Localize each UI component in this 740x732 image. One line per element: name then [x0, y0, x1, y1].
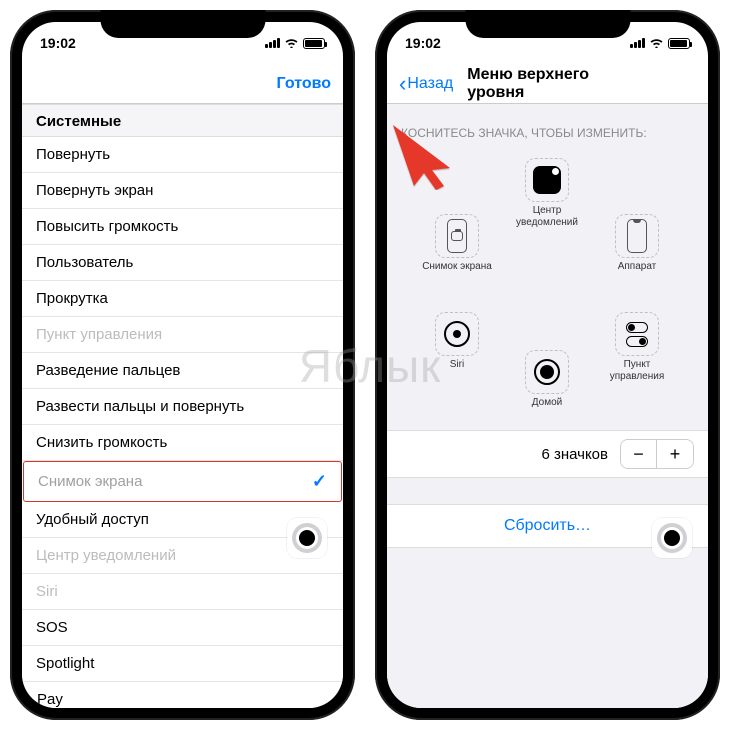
assistive-touch-button[interactable]	[652, 518, 692, 558]
icon-label: Аппарат	[599, 261, 675, 273]
icon-label: Siri	[419, 359, 495, 371]
row-volume-up[interactable]: Повысить громкость	[22, 209, 343, 245]
done-button[interactable]: Готово	[277, 75, 331, 93]
icon-home[interactable]: Домой	[509, 350, 585, 409]
row-label: SOS	[36, 619, 68, 636]
control-center-icon	[626, 322, 648, 347]
row-screenshot[interactable]: Снимок экрана ✓	[23, 461, 342, 502]
row-volume-down[interactable]: Снизить громкость	[22, 425, 343, 461]
phone-left: 19:02 Готово Системные Повернуть Поверну…	[10, 10, 355, 720]
back-button[interactable]: ‹ Назад	[399, 73, 453, 95]
siri-icon	[444, 321, 470, 347]
row-rotate-screen[interactable]: Повернуть экран	[22, 173, 343, 209]
home-icon	[534, 359, 560, 385]
row-label: Pay	[36, 691, 63, 708]
row-label: Пользователь	[36, 254, 133, 271]
row-label: Прокрутка	[36, 290, 108, 307]
row-pinch-rotate[interactable]: Развести пальцы и повернуть	[22, 389, 343, 425]
row-siri: Siri	[22, 574, 343, 610]
row-pinch[interactable]: Разведение пальцев	[22, 353, 343, 389]
icon-siri[interactable]: Siri	[419, 312, 495, 371]
section-system: Системные	[22, 104, 343, 137]
icon-device[interactable]: Аппарат	[599, 214, 675, 273]
checkmark-icon: ✓	[312, 471, 327, 492]
row-label: Центр уведомлений	[36, 547, 176, 564]
signal-icon	[630, 38, 645, 48]
reset-label: Сбросить…	[504, 517, 591, 534]
wifi-icon	[649, 36, 664, 51]
icon-label: Центр уведомлений	[509, 205, 585, 228]
assistive-touch-button[interactable]	[287, 518, 327, 558]
screenshot-icon	[447, 219, 467, 253]
icon-count-row: 6 значков − +	[387, 430, 708, 478]
stepper-minus-button[interactable]: −	[621, 440, 657, 468]
top-menu-content: КОСНИТЕСЬ ЗНАЧКА, ЧТОБЫ ИЗМЕНИТЬ: Центр …	[387, 104, 708, 708]
navbar-left: Готово	[22, 64, 343, 104]
notification-center-icon	[533, 166, 561, 194]
battery-icon	[668, 38, 690, 49]
notch	[100, 10, 265, 38]
row-label: Развести пальцы и повернуть	[36, 398, 244, 415]
status-time: 19:02	[40, 35, 76, 51]
status-right	[630, 36, 690, 51]
row-label: Повернуть	[36, 146, 110, 163]
row-control-center: Пункт управления	[22, 317, 343, 353]
navbar-right: ‹ Назад Меню верхнего уровня	[387, 64, 708, 104]
icon-label: Пункт управления	[599, 359, 675, 382]
row-label: Повысить громкость	[36, 218, 178, 235]
signal-icon	[265, 38, 280, 48]
row-scroll[interactable]: Прокрутка	[22, 281, 343, 317]
phone-right: 19:02 ‹ Назад Меню верхнего уровня КОСНИ…	[375, 10, 720, 720]
row-label: Spotlight	[36, 655, 94, 672]
back-label: Назад	[407, 75, 453, 93]
icon-screenshot[interactable]: Снимок экрана	[419, 214, 495, 273]
row-user[interactable]: Пользователь	[22, 245, 343, 281]
settings-list[interactable]: Системные Повернуть Повернуть экран Повы…	[22, 104, 343, 708]
icon-label: Домой	[509, 397, 585, 409]
icon-notification-center[interactable]: Центр уведомлений	[509, 158, 585, 228]
page-title: Меню верхнего уровня	[467, 66, 628, 102]
prompt-label: КОСНИТЕСЬ ЗНАЧКА, ЧТОБЫ ИЗМЕНИТЬ:	[387, 104, 708, 150]
wifi-icon	[284, 36, 299, 51]
screen-right: 19:02 ‹ Назад Меню верхнего уровня КОСНИ…	[387, 22, 708, 708]
row-label: Повернуть экран	[36, 182, 153, 199]
status-right	[265, 36, 325, 51]
status-time: 19:02	[405, 35, 441, 51]
device-icon	[627, 219, 647, 253]
battery-icon	[303, 38, 325, 49]
notch	[465, 10, 630, 38]
row-spotlight[interactable]: Spotlight	[22, 646, 343, 682]
row-label: Снизить громкость	[36, 434, 167, 451]
row-label: Siri	[36, 583, 58, 600]
icon-count-stepper: − +	[620, 439, 694, 469]
row-label: Разведение пальцев	[36, 362, 180, 379]
icon-control-center[interactable]: Пункт управления	[599, 312, 675, 382]
radial-icons: Центр уведомлений Снимок экрана Аппарат …	[387, 150, 708, 430]
icon-label: Снимок экрана	[419, 261, 495, 273]
row-label: Удобный доступ	[36, 511, 149, 528]
row-sos[interactable]: SOS	[22, 610, 343, 646]
row-rotate[interactable]: Повернуть	[22, 137, 343, 173]
stepper-plus-button[interactable]: +	[657, 440, 693, 468]
chevron-left-icon: ‹	[399, 73, 406, 95]
row-label: Снимок экрана	[38, 473, 142, 490]
row-apple-pay[interactable]: Pay	[22, 682, 343, 708]
row-label: Пункт управления	[36, 326, 162, 343]
screen-left: 19:02 Готово Системные Повернуть Поверну…	[22, 22, 343, 708]
icon-count-label: 6 значков	[541, 446, 608, 463]
